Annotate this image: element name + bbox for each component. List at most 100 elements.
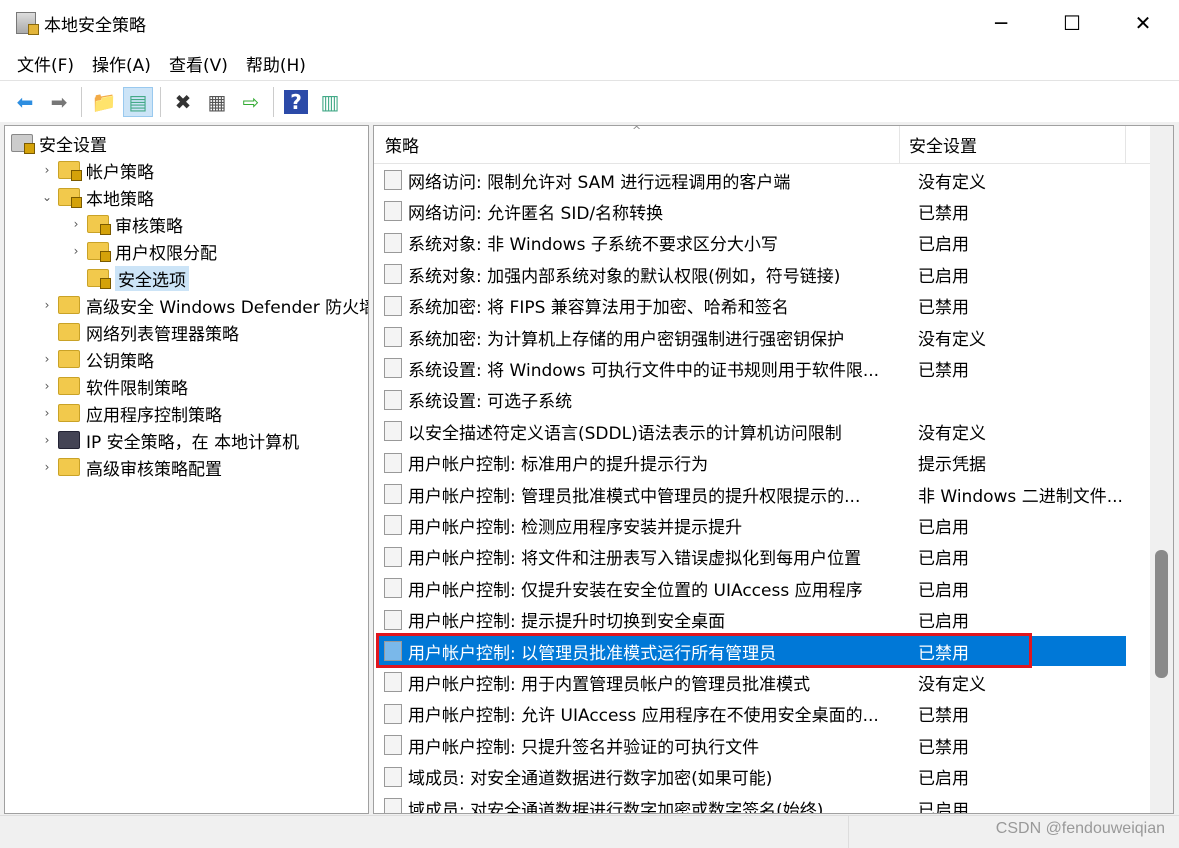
policy-row[interactable]: 用户帐户控制: 仅提升安装在安全位置的 UIAccess 应用程序 已启用 [378,573,1126,603]
tree-item[interactable]: 安全设置 [11,130,107,156]
tree-item-label: IP 安全策略，在 本地计算机 [86,432,300,453]
policy-row[interactable]: 用户帐户控制: 用于内置管理员帐户的管理员批准模式 没有定义 [378,667,1126,697]
policy-row[interactable]: 系统设置: 可选子系统 [378,385,1126,415]
policy-row[interactable]: 系统加密: 为计算机上存储的用户密钥强制进行强密钥保护 没有定义 [378,322,1126,352]
delete-button[interactable]: ✖ [168,87,198,117]
policy-row[interactable]: 用户帐户控制: 管理员批准模式中管理员的提升权限提示的... 非 Windows … [378,479,1126,509]
chevron-right-icon[interactable]: › [69,244,83,258]
toolbar-separator [273,86,274,117]
policy-row[interactable]: 用户帐户控制: 标准用户的提升提示行为 提示凭据 [378,448,1126,478]
up-folder-icon: 📁 [91,89,117,114]
chevron-right-icon[interactable]: › [40,406,54,420]
locked-folder-icon [58,188,82,208]
ip-security-icon [58,431,80,449]
tree-item[interactable]: › 帐户策略 [40,157,154,183]
policy-setting: 已禁用 [918,643,969,664]
menu-view[interactable]: 查看(V) [160,51,237,76]
policy-row[interactable]: 系统对象: 非 Windows 子系统不要求区分大小写 已启用 [378,228,1126,258]
chevron-right-icon[interactable]: › [40,298,54,312]
policy-name: 用户帐户控制: 仅提升安装在安全位置的 UIAccess 应用程序 [408,580,863,601]
chevron-right-icon[interactable]: › [40,379,54,393]
policy-icon [384,232,402,253]
sort-ascending-icon: ^ [632,125,642,137]
policy-setting: 已禁用 [918,706,969,727]
chevron-down-icon[interactable]: ⌄ [40,190,54,204]
chevron-right-icon[interactable]: › [40,433,54,447]
properties-icon: ▦ [207,89,227,114]
policy-row[interactable]: 用户帐户控制: 检测应用程序安装并提示提升 已启用 [378,510,1126,540]
back-button[interactable]: ⬅ [10,87,40,117]
forward-button[interactable]: ➡ [44,87,74,117]
up-folder-button[interactable]: 📁 [89,87,119,117]
policy-name: 系统加密: 将 FIPS 兼容算法用于加密、哈希和签名 [408,298,789,319]
tree-item-label: 高级审核策略配置 [86,459,222,480]
policy-row[interactable]: 网络访问: 限制允许对 SAM 进行远程调用的客户端 没有定义 [378,165,1126,195]
tree-item[interactable]: › 软件限制策略 [40,373,188,399]
policy-name: 系统加密: 为计算机上存储的用户密钥强制进行强密钥保护 [408,329,845,350]
scrollbar-thumb[interactable] [1155,550,1168,678]
chevron-right-icon[interactable]: › [40,460,54,474]
menu-action[interactable]: 操作(A) [83,51,160,76]
policy-icon [384,578,402,599]
policy-row[interactable]: 域成员: 对安全通道数据进行数字加密或数字签名(始终) 已启用 [378,793,1126,814]
policy-name: 用户帐户控制: 将文件和注册表写入错误虚拟化到每用户位置 [408,549,862,570]
policy-row[interactable]: 域成员: 对安全通道数据进行数字加密(如果可能) 已启用 [378,762,1126,792]
policy-row[interactable]: 以安全描述符定义语言(SDDL)语法表示的计算机访问限制 没有定义 [378,416,1126,446]
tree-item[interactable]: 网络列表管理器策略 [40,319,239,345]
close-button[interactable]: ✕ [1108,0,1178,46]
column-header-setting[interactable]: 安全设置 [900,126,1126,163]
policy-row[interactable]: 用户帐户控制: 提示提升时切换到安全桌面 已启用 [378,605,1126,635]
policy-name: 用户帐户控制: 允许 UIAccess 应用程序在不使用安全桌面的... [408,706,879,727]
policy-row[interactable]: 用户帐户控制: 允许 UIAccess 应用程序在不使用安全桌面的... 已禁用 [378,699,1126,729]
minimize-button[interactable]: ─ [966,0,1036,46]
policy-row[interactable]: 用户帐户控制: 只提升签名并验证的可执行文件 已禁用 [378,730,1126,760]
menu-file[interactable]: 文件(F) [8,51,83,76]
tree-item[interactable]: › 应用程序控制策略 [40,400,222,426]
tree-item-label: 用户权限分配 [115,243,217,264]
delete-icon: ✖ [174,89,192,114]
folder-icon [58,404,80,422]
folder-icon [58,350,80,368]
export-list-button[interactable]: ⇨ [236,87,266,117]
tree-item[interactable]: 安全选项 [69,265,189,291]
policy-name: 以安全描述符定义语言(SDDL)语法表示的计算机访问限制 [408,423,842,444]
maximize-button[interactable]: ☐ [1037,0,1107,46]
title-bar: 本地安全策略 ─ ☐ ✕ [0,0,1179,46]
tree-item-label: 应用程序控制策略 [86,405,222,426]
policy-setting: 已启用 [918,517,969,538]
policy-icon [384,201,402,222]
help-button[interactable]: ? [281,87,311,117]
tree-item[interactable]: › 高级审核策略配置 [40,454,222,480]
policy-name: 域成员: 对安全通道数据进行数字加密或数字签名(始终) [408,800,824,814]
tree-item[interactable]: › 高级安全 Windows Defender 防火墙 [40,292,368,318]
chevron-right-icon[interactable]: › [40,163,54,177]
policy-row[interactable]: 系统设置: 将 Windows 可执行文件中的证书规则用于软件限... 已禁用 [378,353,1126,383]
console-tree: 安全设置 › 帐户策略 ⌄ 本地策略 › 审核策略 › 用户权限分配 安全选项 › 高级安全 Wind… [4,125,369,814]
policy-row[interactable]: 系统加密: 将 FIPS 兼容算法用于加密、哈希和签名 已禁用 [378,291,1126,321]
policy-row[interactable]: 网络访问: 允许匿名 SID/名称转换 已禁用 [378,196,1126,226]
status-divider [848,816,849,848]
show-hide-tree-button[interactable]: ▤ [123,86,153,117]
tree-item-label: 帐户策略 [86,162,154,183]
policy-row[interactable]: 用户帐户控制: 以管理员批准模式运行所有管理员 已禁用 [378,636,1126,666]
tree-item[interactable]: › IP 安全策略，在 本地计算机 [40,427,299,453]
policy-setting: 已启用 [918,612,969,633]
menu-help[interactable]: 帮助(H) [237,51,315,76]
vertical-scrollbar[interactable] [1150,126,1173,813]
chevron-right-icon[interactable]: › [40,352,54,366]
tree-item[interactable]: › 用户权限分配 [69,238,217,264]
policy-row[interactable]: 用户帐户控制: 将文件和注册表写入错误虚拟化到每用户位置 已启用 [378,542,1126,572]
list-header: ^ 策略 安全设置 [374,126,1152,164]
show-action-pane-button[interactable]: ▥ [315,87,345,117]
tree-item[interactable]: › 公钥策略 [40,346,154,372]
tree-item[interactable]: › 审核策略 [69,211,183,237]
tree-item-label: 安全选项 [115,265,189,291]
policy-setting: 没有定义 [918,329,986,350]
policy-icon [384,327,402,347]
properties-button[interactable]: ▦ [202,87,232,117]
chevron-right-icon[interactable]: › [69,217,83,231]
policy-row[interactable]: 系统对象: 加强内部系统对象的默认权限(例如，符号链接) 已启用 [378,259,1126,289]
tree-item[interactable]: ⌄ 本地策略 [40,184,154,210]
policy-icon [384,609,402,630]
policy-name: 系统设置: 可选子系统 [408,392,573,413]
